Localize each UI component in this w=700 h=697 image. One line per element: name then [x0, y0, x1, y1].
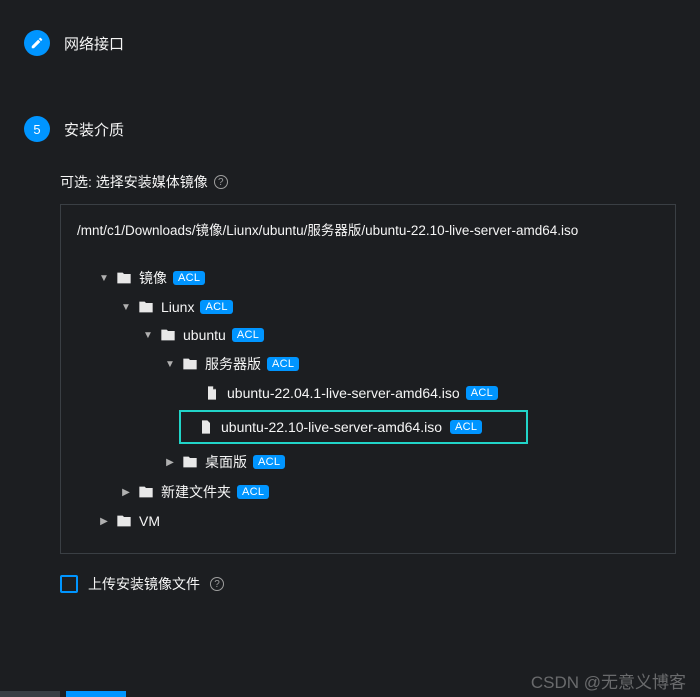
tree-label: 新建文件夹 — [161, 482, 231, 502]
upload-checkbox[interactable] — [60, 575, 78, 593]
chevron-down-icon — [143, 330, 153, 341]
file-icon — [197, 418, 215, 436]
tree-label: VM — [139, 513, 160, 529]
media-select-label: 可选: 选择安装媒体镜像 ? — [60, 172, 676, 192]
tree-node-vm[interactable]: VM — [91, 507, 675, 535]
media-select-text: 可选: 选择安装媒体镜像 — [60, 172, 208, 192]
acl-badge[interactable]: ACL — [450, 420, 482, 434]
folder-icon — [181, 453, 199, 471]
folder-icon — [159, 326, 177, 344]
tree-file-iso1[interactable]: ubuntu-22.04.1-live-server-amd64.iso ACL — [179, 379, 675, 407]
file-tree: 镜像 ACL Liunx ACL ubuntu AC — [61, 253, 675, 553]
tree-node-root[interactable]: 镜像 ACL — [91, 263, 675, 293]
tree-node-server[interactable]: 服务器版 ACL — [157, 349, 675, 379]
tree-node-newfolder[interactable]: 新建文件夹 ACL — [113, 477, 675, 507]
folder-icon — [181, 355, 199, 373]
tree-file-selected[interactable]: ubuntu-22.10-live-server-amd64.iso ACL — [179, 410, 528, 444]
tree-node-desktop[interactable]: 桌面版 ACL — [157, 447, 675, 477]
tree-node-liunx[interactable]: Liunx ACL — [113, 293, 675, 321]
chevron-down-icon — [121, 302, 131, 313]
chevron-down-icon — [99, 273, 109, 284]
help-icon[interactable]: ? — [210, 577, 224, 591]
tree-label: 桌面版 — [205, 452, 247, 472]
tree-label: 服务器版 — [205, 354, 261, 374]
section-install-label: 安装介质 — [64, 119, 124, 140]
watermark: CSDN @无意义博客 — [531, 668, 686, 693]
chevron-down-icon — [165, 359, 175, 370]
tree-label: ubuntu-22.10-live-server-amd64.iso — [221, 419, 442, 435]
tree-label: Liunx — [161, 299, 194, 315]
acl-badge[interactable]: ACL — [237, 485, 269, 499]
chevron-right-icon — [165, 457, 175, 468]
upload-label: 上传安装镜像文件 — [88, 574, 200, 594]
pencil-icon — [24, 30, 50, 56]
section-install-header[interactable]: 5 安装介质 — [0, 96, 700, 142]
acl-badge[interactable]: ACL — [466, 386, 498, 400]
acl-badge[interactable]: ACL — [253, 455, 285, 469]
selected-path: /mnt/c1/Downloads/镜像/Liunx/ubuntu/服务器版/u… — [61, 205, 675, 253]
folder-icon — [137, 298, 155, 316]
bottom-strip — [0, 691, 126, 697]
tree-node-ubuntu[interactable]: ubuntu ACL — [135, 321, 675, 349]
chevron-right-icon — [121, 487, 131, 498]
section-network-label: 网络接口 — [64, 33, 124, 54]
file-icon — [203, 384, 221, 402]
tree-label: ubuntu-22.04.1-live-server-amd64.iso — [227, 385, 460, 401]
step-number-badge: 5 — [24, 116, 50, 142]
folder-icon — [115, 512, 133, 530]
folder-icon — [115, 269, 133, 287]
upload-iso-row[interactable]: 上传安装镜像文件 ? — [60, 574, 676, 594]
acl-badge[interactable]: ACL — [232, 328, 264, 342]
section-install-body: 可选: 选择安装媒体镜像 ? /mnt/c1/Downloads/镜像/Liun… — [0, 142, 700, 594]
folder-icon — [137, 483, 155, 501]
section-network-header[interactable]: 网络接口 — [0, 0, 700, 56]
media-panel: /mnt/c1/Downloads/镜像/Liunx/ubuntu/服务器版/u… — [60, 204, 676, 554]
acl-badge[interactable]: ACL — [267, 357, 299, 371]
tree-label: ubuntu — [183, 327, 226, 343]
acl-badge[interactable]: ACL — [200, 300, 232, 314]
chevron-right-icon — [99, 516, 109, 527]
acl-badge[interactable]: ACL — [173, 271, 205, 285]
help-icon[interactable]: ? — [214, 175, 228, 189]
tree-label: 镜像 — [139, 268, 167, 288]
